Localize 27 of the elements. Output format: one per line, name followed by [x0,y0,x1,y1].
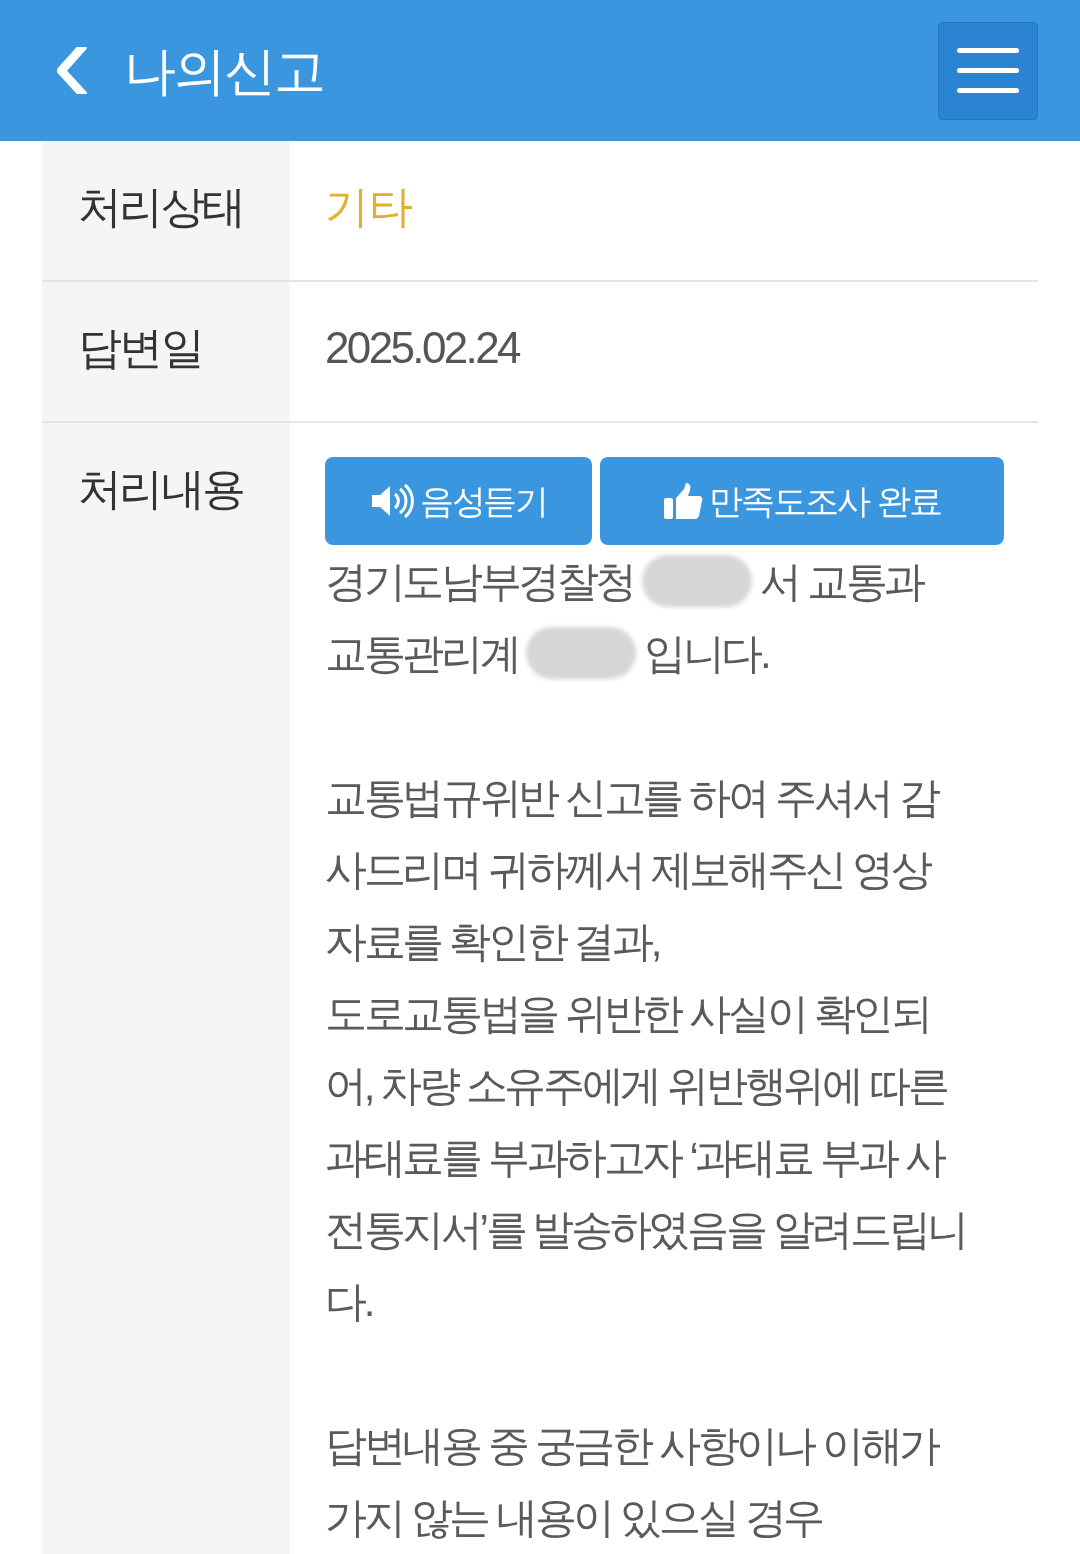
answer-text: 어, 차량 소유주에게 위반행위에 따른 [325,1060,947,1111]
survey-button[interactable]: 만족도조사 완료 [600,457,1004,545]
answer-text: 다. [325,1276,372,1327]
answer-text: 경기도남부경찰청 [325,556,635,607]
answer-text: 사드리며 귀하께서 제보해주신 영상 [325,844,930,895]
answer-text: 가지 않는 내용이 있으실 경우 [325,1492,822,1543]
answer-text: 입니다. [644,628,769,679]
page-title: 나의신고 [124,40,324,102]
answer-text: 서 교통과 [760,556,923,607]
field-label: 처리상태 [78,182,244,231]
back-button[interactable]: ‹ [42,0,102,120]
menu-icon [957,47,1019,94]
speaker-icon [369,483,414,519]
answer-text: 교통법규위반 신고를 하여 주셔서 감 [325,772,938,823]
status-value: 기타 [325,182,413,231]
listen-button[interactable]: 음성듣기 [325,457,592,545]
date-value: 2025.02.24 [325,323,519,372]
thumbs-up-icon [663,482,704,520]
answer-text: 도로교통법을 위반한 사실이 확인되 [325,988,930,1039]
menu-button[interactable] [938,21,1038,120]
answer-text: 교통관리계 [325,628,519,679]
field-label: 답변일 [78,323,203,372]
field-label: 처리내용 [78,464,244,513]
answer-text: 과태료를 부과하고자 ‘과태료 부과 사 [325,1132,944,1183]
answer-text: 자료를 확인한 결과, [325,916,660,967]
answer-text: 전통지서’를 발송하였음을 알려드립니 [325,1204,966,1255]
answer-text: 답변내용 중 궁금한 사항이나 이해가 [325,1420,938,1471]
